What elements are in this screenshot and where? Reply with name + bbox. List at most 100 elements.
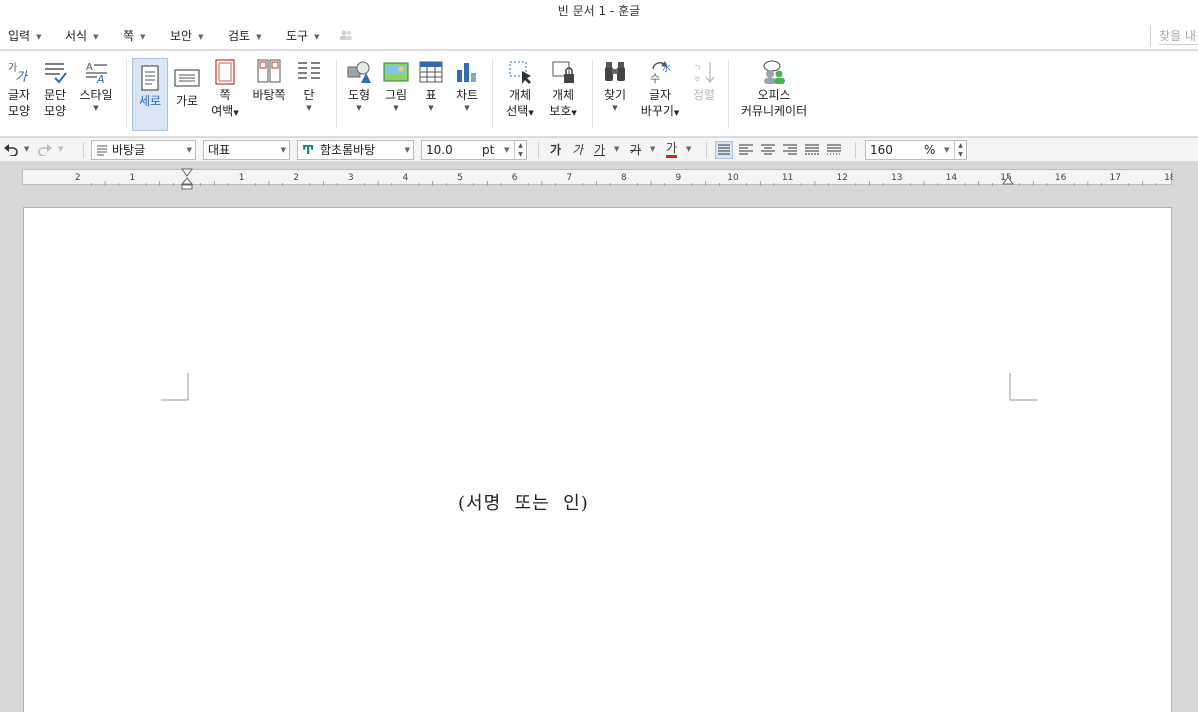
strikethrough-button[interactable]: 가 — [630, 141, 641, 158]
ruler-label: 7 — [566, 173, 572, 183]
paragraph-style-icon — [97, 145, 107, 156]
select-object-icon — [509, 61, 531, 84]
column-button[interactable]: 단 ▼ — [294, 59, 324, 113]
ruler-ticks: 2 1 1 2 3 4 5 6 7 8 9 10 11 12 13 14 15 16 17 18 — [75, 173, 1173, 186]
ruler-label: 8 — [621, 173, 627, 183]
para-shape-button[interactable]: 문단 모양 — [39, 59, 71, 119]
toolbar-separator — [83, 142, 84, 158]
chevron-down-icon: ▼ — [93, 33, 99, 41]
chevron-down-icon: ▼ — [280, 146, 286, 154]
document-page[interactable]: (서명 또는 인) — [23, 207, 1172, 712]
bold-button[interactable]: 가 — [550, 141, 561, 158]
sort-button[interactable]: ㄱ ㅎ 정렬 — [689, 59, 719, 103]
svg-text:ㅎ: ㅎ — [693, 75, 701, 85]
shape-icon — [347, 61, 371, 83]
select-object-label-2-text: 선택 — [506, 104, 529, 118]
menu-tools-label: 도구 — [286, 29, 309, 43]
align-center-button[interactable] — [759, 141, 777, 159]
underline-button[interactable]: 가 — [594, 141, 605, 158]
shape-label: 도형 — [347, 88, 371, 102]
chart-button[interactable]: 차트 ▼ — [451, 59, 483, 113]
align-justify-button[interactable] — [715, 141, 733, 159]
underline-dropdown-icon[interactable]: ▼ — [614, 145, 619, 153]
landscape-button[interactable]: 가로 — [171, 59, 203, 109]
chevron-down-icon: ▼ — [356, 104, 362, 112]
font-select[interactable]: Ͳ 함초롬바탕 ▼ — [297, 140, 414, 160]
table-button[interactable]: 표 ▼ — [417, 59, 445, 113]
para-shape-label-1: 문단 — [43, 88, 67, 102]
binoculars-icon — [605, 62, 625, 81]
margin-label-2: 여백▼ — [208, 103, 242, 121]
ruler-label: 16 — [1055, 173, 1067, 183]
menu-security[interactable]: 보안 ▼ — [170, 27, 203, 44]
signature-placeholder-text[interactable]: (서명 또는 인) — [458, 489, 589, 515]
menu-format[interactable]: 서식 ▼ — [65, 27, 98, 44]
master-page-button[interactable]: 바탕쪽 — [249, 59, 289, 103]
undo-icon[interactable] — [4, 144, 18, 156]
master-page-icon — [257, 59, 281, 83]
select-object-label-1: 개체 — [508, 88, 532, 102]
right-indent-marker[interactable] — [1002, 176, 1014, 186]
master-page-label: 바탕쪽 — [252, 88, 286, 102]
style-button[interactable]: A A 스타일 ▼ — [77, 59, 115, 113]
picture-button[interactable]: 그림 ▼ — [380, 59, 412, 113]
font-color-button[interactable]: 가 — [666, 141, 678, 158]
communicator-icon — [763, 60, 785, 84]
font-color-dropdown-icon[interactable]: ▼ — [686, 145, 691, 153]
chevron-down-icon: ▼ — [428, 104, 434, 112]
align-right-icon — [783, 144, 797, 155]
portrait-button[interactable]: 세로 — [132, 58, 168, 131]
chevron-down-icon: ▼ — [233, 109, 239, 117]
font-size-input[interactable]: 10.0 pt ▼ ▲ ▼ — [421, 140, 527, 160]
style-label: 스타일 — [79, 88, 113, 102]
ribbon-separator — [592, 59, 593, 129]
zoom-input[interactable]: 160 % ▼ ▲ ▼ — [865, 140, 967, 160]
style-select[interactable]: 바탕글 ▼ — [91, 140, 196, 160]
menu-tools[interactable]: 도구 ▼ — [286, 27, 319, 44]
font-size-spinner[interactable]: ▲ ▼ — [514, 141, 526, 159]
lock-icon — [552, 61, 574, 83]
margin-button[interactable]: 쪽 여백▼ — [208, 59, 242, 121]
ribbon-toolbar: 가 가 글자 모양 문단 모양 A A 스타일 ▼ 세로 가로 쪽 여백▼ 바탕… — [0, 51, 1198, 137]
replace-button[interactable]: 수 水 글자 바꾸기▼ — [638, 59, 682, 121]
office-communicator-button[interactable]: 오피스 커뮤니케이터 — [738, 59, 810, 119]
zoom-spinner[interactable]: ▲ ▼ — [954, 141, 966, 159]
language-select[interactable]: 대표 ▼ — [203, 140, 290, 160]
ruler-label: 9 — [676, 173, 682, 183]
menu-insert[interactable]: 입력 ▼ — [8, 27, 41, 44]
undo-dropdown-icon[interactable]: ▼ — [24, 145, 29, 153]
ruler-label: 3 — [348, 173, 354, 183]
select-object-button[interactable]: 개체 선택▼ — [502, 59, 538, 121]
chevron-down-icon[interactable]: ▼ — [944, 141, 949, 159]
margin-label-1: 쪽 — [219, 88, 231, 102]
find-button[interactable]: 찾기 ▼ — [600, 59, 630, 113]
menu-security-label: 보안 — [170, 29, 193, 43]
align-divide-icon — [827, 144, 841, 155]
svg-text:ㄱ: ㄱ — [693, 64, 701, 74]
chevron-down-icon: ▼ — [198, 33, 204, 41]
users-icon[interactable] — [339, 29, 353, 41]
char-shape-button[interactable]: 가 가 글자 모양 — [3, 59, 35, 119]
italic-button[interactable]: 가 — [572, 141, 583, 158]
portrait-label: 세로 — [138, 94, 162, 108]
ruler-label: 5 — [457, 173, 463, 183]
protect-object-button[interactable]: 개체 보호▼ — [545, 59, 581, 121]
horizontal-ruler[interactable]: 2 1 1 2 3 4 5 6 7 8 9 10 11 12 13 14 15 16 17 18 — [0, 163, 1198, 190]
first-line-indent-marker[interactable] — [181, 168, 193, 190]
align-right-button[interactable] — [781, 141, 799, 159]
chevron-down-icon: ▼ — [256, 33, 262, 41]
margin-corner-top-left — [161, 373, 189, 401]
page-margin-icon — [215, 59, 235, 85]
menu-page[interactable]: 쪽 ▼ — [123, 27, 145, 44]
chevron-down-icon[interactable]: ▼ — [504, 141, 509, 159]
search-input[interactable]: 찾을 내용 — [1150, 25, 1198, 47]
align-divide-button[interactable] — [825, 141, 843, 159]
align-distribute-button[interactable] — [803, 141, 821, 159]
strikethrough-dropdown-icon[interactable]: ▼ — [650, 145, 655, 153]
ruler-label: 2 — [75, 173, 81, 183]
align-left-button[interactable] — [737, 141, 755, 159]
chevron-down-icon: ▼ — [93, 104, 99, 112]
ruler-label: 4 — [403, 173, 409, 183]
menu-review[interactable]: 검토 ▼ — [228, 27, 261, 44]
shape-button[interactable]: 도형 ▼ — [343, 59, 375, 113]
